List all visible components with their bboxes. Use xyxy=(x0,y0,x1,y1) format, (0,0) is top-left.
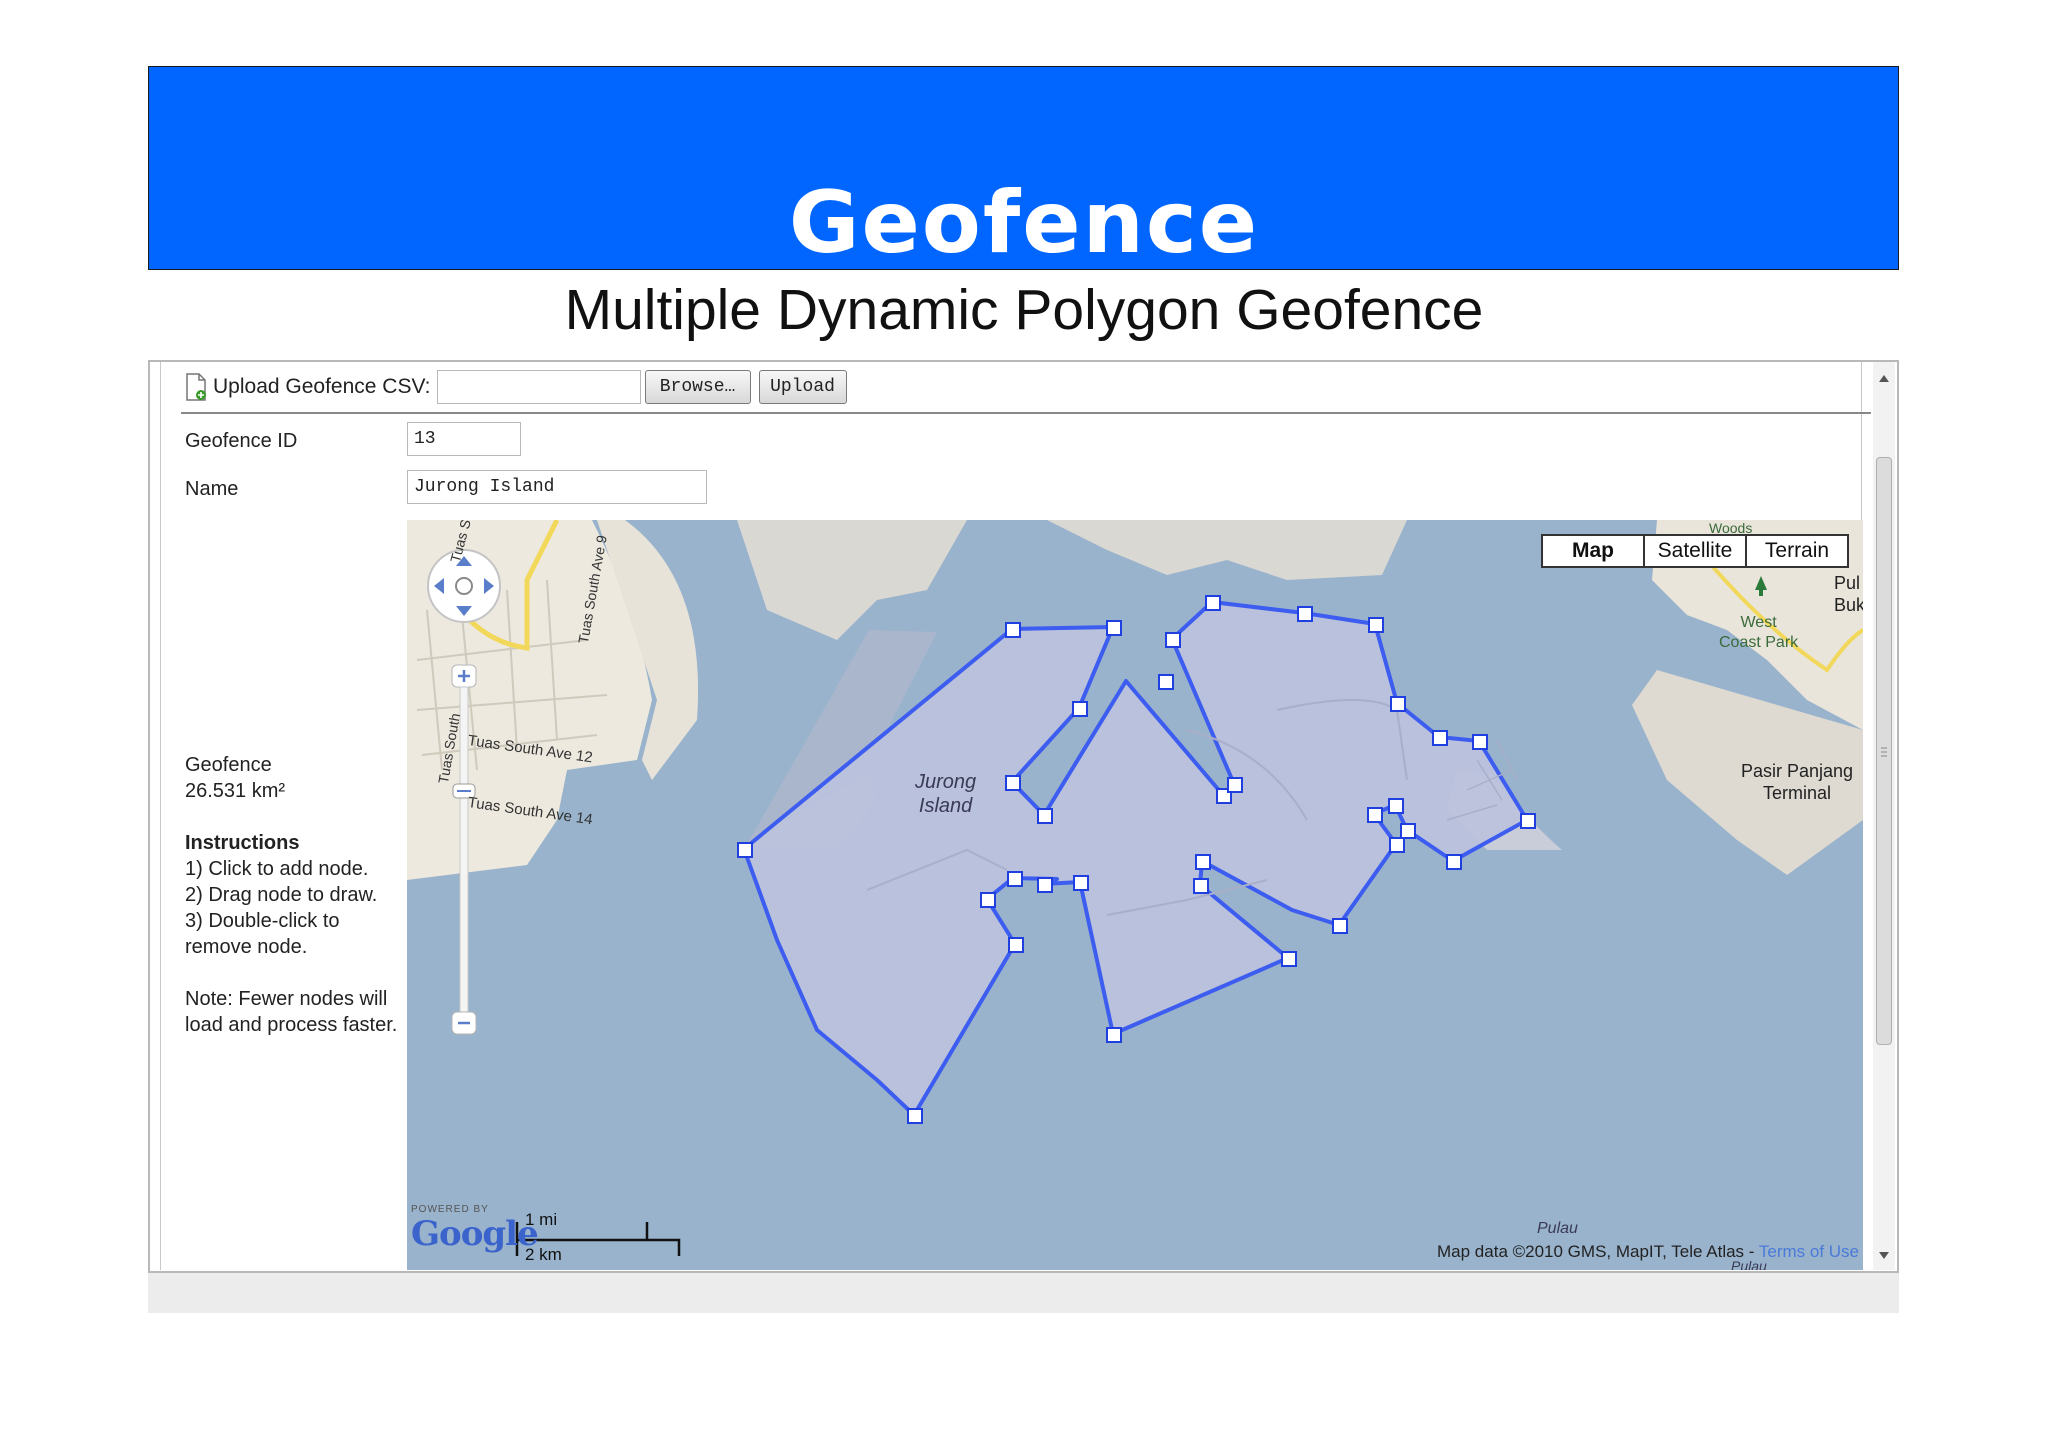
app-window: Upload Geofence CSV: Browse… Upload Geof… xyxy=(148,360,1899,1273)
upload-button[interactable]: Upload xyxy=(758,370,847,404)
geofence-panel: Upload Geofence CSV: Browse… Upload Geof… xyxy=(160,362,1871,1270)
pul-label: Pul Buk xyxy=(1834,573,1863,615)
maptype-map-button[interactable]: Map xyxy=(1541,534,1645,568)
upload-row: Upload Geofence CSV: Browse… Upload xyxy=(185,362,847,412)
map-surface[interactable] xyxy=(407,520,1863,1270)
scroll-up-arrow xyxy=(1879,375,1889,382)
instruction-step: 3) Double-click to xyxy=(185,910,340,932)
name-label: Name xyxy=(185,478,239,500)
pulau-label: Pulau xyxy=(1537,1220,1578,1237)
geofence-id-label: Geofence ID xyxy=(185,430,298,452)
terms-of-use-link[interactable]: Terms of Use xyxy=(1759,1242,1859,1261)
land-north-1 xyxy=(737,520,967,640)
terminal-label: Pasir Panjang Terminal xyxy=(1741,761,1854,803)
geofence-area-value: 26.531 km² xyxy=(185,780,286,802)
scale-mi-label: 1 mi xyxy=(525,1210,558,1229)
browse-button[interactable]: Browse… xyxy=(644,370,751,404)
land-north-2 xyxy=(1047,520,1407,580)
map-canvas[interactable]: Jurong Island Pasir Panjang Terminal West C… xyxy=(407,520,1863,1270)
google-logo: Google xyxy=(411,1214,539,1254)
separator xyxy=(181,412,1871,414)
geofence-area-label: Geofence xyxy=(185,754,272,776)
csv-file-icon xyxy=(185,373,207,401)
maptype-terrain-button[interactable]: Terrain xyxy=(1745,534,1849,568)
instructions-title: Instructions xyxy=(185,832,300,854)
note-line: Note: Fewer nodes will xyxy=(185,988,388,1010)
jurong-island-label: Jurong Island xyxy=(915,771,977,817)
instruction-step: 1) Click to add node. xyxy=(185,858,369,880)
note-line: load and process faster. xyxy=(185,1014,398,1036)
maptype-satellite-button[interactable]: Satellite xyxy=(1643,534,1747,568)
instruction-step: remove node. xyxy=(185,936,308,958)
name-input[interactable] xyxy=(407,470,707,504)
geofence-id-input[interactable] xyxy=(407,422,521,456)
scroll-down-arrow xyxy=(1879,1252,1889,1259)
park-label: West Coast Park xyxy=(1719,614,1799,651)
csv-file-input[interactable] xyxy=(436,370,641,404)
scroll-thumb[interactable] xyxy=(1876,457,1892,1045)
slide-title: Geofence xyxy=(788,173,1260,273)
window-bottom-strip xyxy=(148,1273,1899,1313)
upload-label: Upload Geofence CSV: xyxy=(213,375,431,398)
vertical-scrollbar[interactable] xyxy=(1873,362,1895,1270)
instruction-step: 2) Drag node to draw. xyxy=(185,884,378,906)
map-attribution: Map data ©2010 GMS, MapIT, Tele Atlas - … xyxy=(1437,1242,1859,1261)
pan-control[interactable] xyxy=(427,549,501,623)
scale-km-label: 2 km xyxy=(525,1245,562,1264)
slide-subtitle: Multiple Dynamic Polygon Geofence xyxy=(564,278,1484,342)
